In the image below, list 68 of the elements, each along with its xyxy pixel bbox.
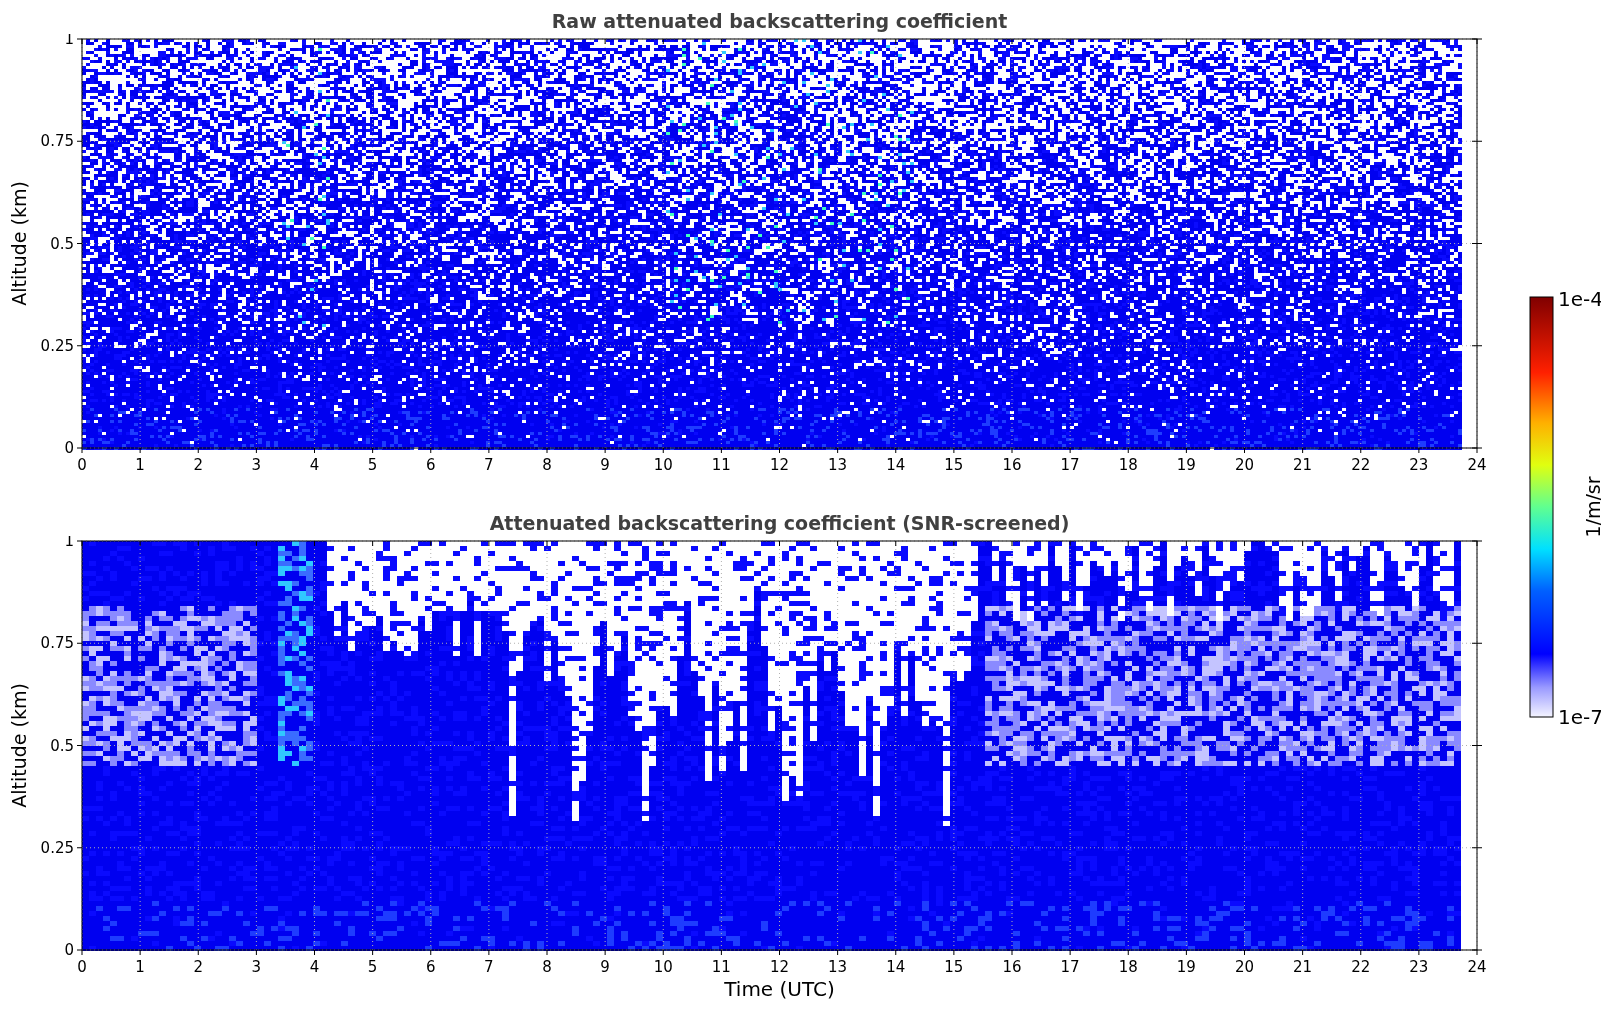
tick-label: 4 [309,456,320,474]
tick-label: 1 [135,456,145,474]
tick-label: 16 [1002,958,1022,976]
tick-label: 18 [1118,456,1138,474]
tick-label: 20 [1234,958,1255,976]
tick-label: 1 [64,34,74,48]
tick-label: 11 [711,456,731,474]
tick-label: 3 [251,958,262,976]
tick-label: 19 [1176,456,1196,474]
tick-label: 15 [944,456,964,474]
tick-label: 0.25 [40,336,74,355]
tick-label: 0 [64,941,74,959]
chart-title: Raw attenuated backscattering coefficient [551,8,1008,34]
chart-title: Attenuated backscattering coefficient (SNR-screened) [489,510,1070,536]
tick-label: 12 [769,958,790,976]
tick-label: 24 [1467,958,1487,976]
axis-title: Altitude (km) [8,181,30,306]
tick-label: 14 [886,958,906,976]
tick-label: 0.5 [50,234,74,253]
axis-title: Time (UTC) [724,976,835,1002]
tick-label: 0.5 [50,736,74,755]
tick-label: 5 [367,456,378,474]
tick-label: 22 [1351,456,1371,474]
tick-label: 1 [64,536,74,550]
tick-label: 17 [1060,456,1080,474]
tick-label: 15 [944,958,964,976]
tick-label: 1 [135,958,145,976]
colorbar-tick-label: 1e-7 [1558,705,1601,729]
tick-label: 20 [1234,456,1255,474]
tick-label: 24 [1467,456,1487,474]
tick-label: 0 [64,439,74,457]
tick-label: 4 [309,958,320,976]
tick-label: 13 [828,456,848,474]
tick-label: 8 [542,958,552,976]
tick-label: 12 [769,456,790,474]
tick-label: 23 [1409,958,1429,976]
tick-label: 0 [77,958,87,976]
tick-label: 19 [1176,958,1196,976]
tick-label: 7 [484,958,494,976]
tick-label: 9 [600,456,610,474]
tick-label: 21 [1293,456,1313,474]
axis-title: Altitude (km) [8,683,30,808]
tick-label: 21 [1293,958,1313,976]
tick-label: 10 [653,958,673,976]
tick-label: 2 [193,958,203,976]
tick-label: 7 [484,456,494,474]
tick-label: 2 [193,456,203,474]
tick-label: 0.25 [40,838,74,857]
tick-label: 23 [1409,456,1429,474]
tick-label: 17 [1060,958,1080,976]
tick-label: 13 [828,958,848,976]
tick-label: 3 [251,456,262,474]
tick-label: 18 [1118,958,1138,976]
tick-label: 6 [426,958,436,976]
colorbar-title: 1/m/sr [1582,476,1601,538]
tick-label: 5 [367,958,378,976]
tick-label: 10 [653,456,673,474]
colorbar-tick-label: 1e-4 [1558,290,1601,311]
tick-label: 22 [1351,958,1371,976]
tick-label: 9 [600,958,610,976]
tick-label: 8 [542,456,552,474]
tick-label: 16 [1002,456,1022,474]
tick-label: 11 [711,958,731,976]
tick-label: 14 [886,456,906,474]
tick-label: 0.75 [40,132,74,151]
tick-label: 0.75 [40,634,74,653]
tick-label: 0 [77,456,87,474]
tick-label: 6 [426,456,436,474]
